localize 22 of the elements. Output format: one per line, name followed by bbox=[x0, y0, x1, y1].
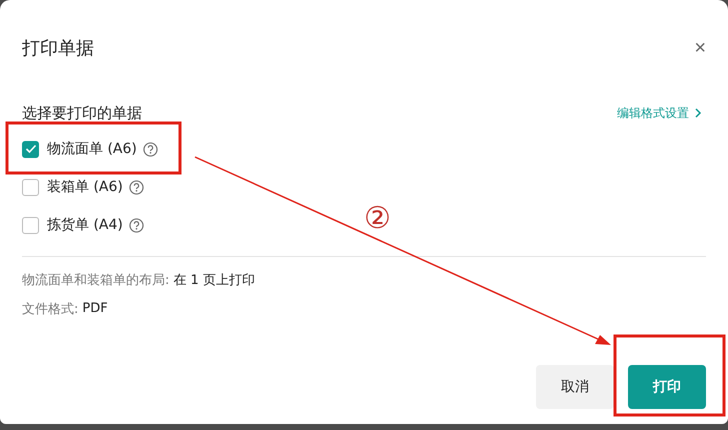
dialog-title: 打印单据 bbox=[22, 37, 94, 60]
document-label: 拣货单 (A4) bbox=[47, 216, 123, 234]
info-label: 文件格式: bbox=[22, 300, 78, 318]
edit-format-link[interactable]: 编辑格式设置 bbox=[617, 104, 702, 122]
check-icon bbox=[24, 144, 36, 154]
step-number: ② bbox=[364, 204, 391, 234]
checkbox[interactable] bbox=[22, 216, 39, 234]
help-icon[interactable] bbox=[128, 180, 144, 194]
checkbox[interactable] bbox=[22, 178, 39, 196]
checkbox[interactable] bbox=[22, 140, 39, 158]
help-icon[interactable] bbox=[128, 218, 144, 232]
info-value: PDF bbox=[82, 301, 108, 316]
section-label: 选择要打印的单据 bbox=[22, 104, 142, 122]
chevron-right-icon bbox=[694, 107, 702, 119]
document-label: 装箱单 (A6) bbox=[47, 178, 123, 196]
help-icon[interactable] bbox=[142, 142, 158, 156]
info-label: 物流面单和装箱单的布局: bbox=[22, 272, 170, 288]
close-button[interactable]: × bbox=[688, 36, 712, 60]
info-value: 在 1 页上打印 bbox=[173, 272, 255, 288]
print-button[interactable]: 打印 bbox=[628, 365, 706, 409]
cancel-button[interactable]: 取消 bbox=[536, 365, 614, 409]
document-label: 物流面单 (A6) bbox=[47, 140, 137, 158]
